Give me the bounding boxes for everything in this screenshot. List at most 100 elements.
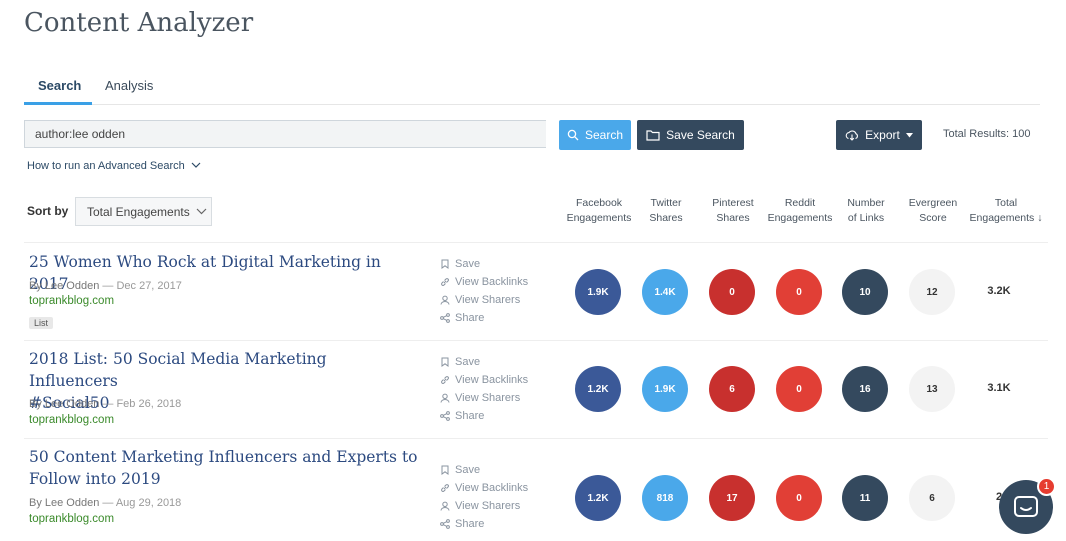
facebook-engagements-metric: 1.2K xyxy=(575,475,621,521)
view-backlinks-action[interactable]: View Backlinks xyxy=(440,273,528,291)
search-input[interactable] xyxy=(24,120,546,148)
column-header-line: Score xyxy=(919,212,947,224)
link-icon xyxy=(441,484,449,492)
facebook-engagements-metric: 1.2K xyxy=(575,366,621,412)
result-actions: Save View Backlinks View Sharers Share xyxy=(440,353,528,425)
column-header-pinterest[interactable]: Pinterest Shares xyxy=(697,196,769,226)
number-of-links-metric[interactable]: 16 xyxy=(842,366,888,412)
bookmark-icon xyxy=(441,357,449,367)
caret-down-icon xyxy=(905,132,913,137)
share-action-label: Share xyxy=(455,518,485,530)
column-header-links[interactable]: Number of Links xyxy=(830,196,902,226)
result-author: By Lee Odden xyxy=(29,280,100,292)
view-sharers-action[interactable]: View Sharers xyxy=(440,497,528,515)
result-domain[interactable]: toprankblog.com xyxy=(29,513,114,525)
number-of-links-metric[interactable]: 10 xyxy=(842,269,888,315)
view-sharers-label: View Sharers xyxy=(455,392,521,404)
column-header-line: Engagements xyxy=(566,212,632,224)
evergreen-score-metric: 6 xyxy=(909,475,955,521)
result-author: By Lee Odden xyxy=(29,497,100,509)
result-title-line: Follow into 2019 xyxy=(29,470,161,488)
advanced-search-link[interactable]: How to run an Advanced Search xyxy=(27,160,201,172)
column-header-line: Twitter xyxy=(650,197,682,209)
result-domain[interactable]: toprankblog.com xyxy=(29,414,114,426)
view-sharers-action[interactable]: View Sharers xyxy=(440,389,528,407)
view-backlinks-label: View Backlinks xyxy=(455,374,529,386)
export-button[interactable]: Export xyxy=(836,120,922,150)
result-date: — Dec 27, 2017 xyxy=(99,280,182,292)
bookmark-icon xyxy=(441,465,449,475)
view-backlinks-label: View Backlinks xyxy=(455,482,529,494)
result-byline: By Lee Odden — Feb 26, 2018 xyxy=(29,398,181,410)
tab-search[interactable]: Search xyxy=(38,74,81,97)
column-header-line: Reddit xyxy=(784,197,816,209)
share-action-label: Share xyxy=(455,410,485,422)
search-icon xyxy=(567,129,579,141)
export-label: Export xyxy=(865,128,900,142)
user-icon xyxy=(440,295,450,305)
save-action-label: Save xyxy=(455,464,481,476)
reddit-engagements-metric: 0 xyxy=(776,269,822,315)
column-header-reddit[interactable]: Reddit Engagements xyxy=(764,196,836,226)
save-search-button[interactable]: Save Search xyxy=(637,120,744,150)
result-title-line: 50 Content Marketing Influencers and Exp… xyxy=(29,448,418,466)
user-icon xyxy=(440,393,450,403)
column-header-twitter[interactable]: Twitter Shares xyxy=(630,196,702,226)
save-action[interactable]: Save xyxy=(440,353,528,371)
page-title: Content Analyzer xyxy=(24,8,254,38)
number-of-links-metric[interactable]: 11 xyxy=(842,475,888,521)
result-row: 50 Content Marketing Influencers and Exp… xyxy=(24,438,1048,541)
column-header-line: Evergreen xyxy=(908,197,958,209)
result-title-link[interactable]: 50 Content Marketing Influencers and Exp… xyxy=(29,446,419,490)
evergreen-score-metric: 13 xyxy=(909,366,955,412)
sort-dropdown[interactable]: Total Engagements xyxy=(75,197,212,226)
column-header-evergreen[interactable]: Evergreen Score xyxy=(897,196,969,226)
search-button[interactable]: Search xyxy=(559,120,631,150)
user-icon xyxy=(440,501,450,511)
view-sharers-label: View Sharers xyxy=(455,294,521,306)
result-byline: By Lee Odden — Aug 29, 2018 xyxy=(29,497,181,509)
save-action[interactable]: Save xyxy=(440,461,528,479)
result-date: — Aug 29, 2018 xyxy=(99,497,182,509)
result-tag: List xyxy=(29,317,54,329)
share-action[interactable]: Share xyxy=(440,309,528,327)
active-tab-indicator xyxy=(24,102,92,105)
sort-arrow-down-icon: ↓ xyxy=(1037,212,1043,224)
view-sharers-action[interactable]: View Sharers xyxy=(440,291,528,309)
save-action[interactable]: Save xyxy=(440,255,528,273)
view-backlinks-action[interactable]: View Backlinks xyxy=(440,371,528,389)
column-header-total[interactable]: Total Engagements ↓ xyxy=(964,196,1048,226)
column-header-line: Total xyxy=(994,197,1018,209)
result-actions: Save View Backlinks View Sharers Share xyxy=(440,461,528,533)
column-header-line: Number xyxy=(847,197,885,209)
share-icon xyxy=(440,411,450,421)
result-actions: Save View Backlinks View Sharers Share xyxy=(440,255,528,327)
bookmark-icon xyxy=(441,259,449,269)
pinterest-shares-metric: 17 xyxy=(709,475,755,521)
column-header-line: Engagements xyxy=(969,212,1035,224)
chat-icon xyxy=(1014,496,1038,517)
result-author: By Lee Odden xyxy=(29,398,100,410)
chat-notification-badge: 1 xyxy=(1037,477,1056,496)
sort-selected: Total Engagements xyxy=(87,204,190,219)
column-header-line: Pinterest xyxy=(712,197,754,209)
search-button-label: Search xyxy=(584,128,624,142)
cloud-download-icon xyxy=(845,130,859,141)
pinterest-shares-metric: 6 xyxy=(709,366,755,412)
result-row: 25 Women Who Rock at Digital Marketing i… xyxy=(24,242,1048,341)
sort-label: Sort by xyxy=(27,204,69,218)
result-row: 2018 List: 50 Social Media Marketing Inf… xyxy=(24,340,1048,439)
tab-bar: Search Analysis xyxy=(24,74,1040,105)
reddit-engagements-metric: 0 xyxy=(776,366,822,412)
share-action[interactable]: Share xyxy=(440,515,528,533)
share-action[interactable]: Share xyxy=(440,407,528,425)
share-action-label: Share xyxy=(455,312,485,324)
view-backlinks-action[interactable]: View Backlinks xyxy=(440,479,528,497)
column-header-line: Shares xyxy=(649,212,683,224)
twitter-shares-metric: 1.4K xyxy=(642,269,688,315)
tab-analysis[interactable]: Analysis xyxy=(105,74,153,97)
column-header-facebook[interactable]: Facebook Engagements xyxy=(563,196,635,226)
result-date: — Feb 26, 2018 xyxy=(99,398,182,410)
result-domain[interactable]: toprankblog.com xyxy=(29,295,114,307)
share-icon xyxy=(440,519,450,529)
